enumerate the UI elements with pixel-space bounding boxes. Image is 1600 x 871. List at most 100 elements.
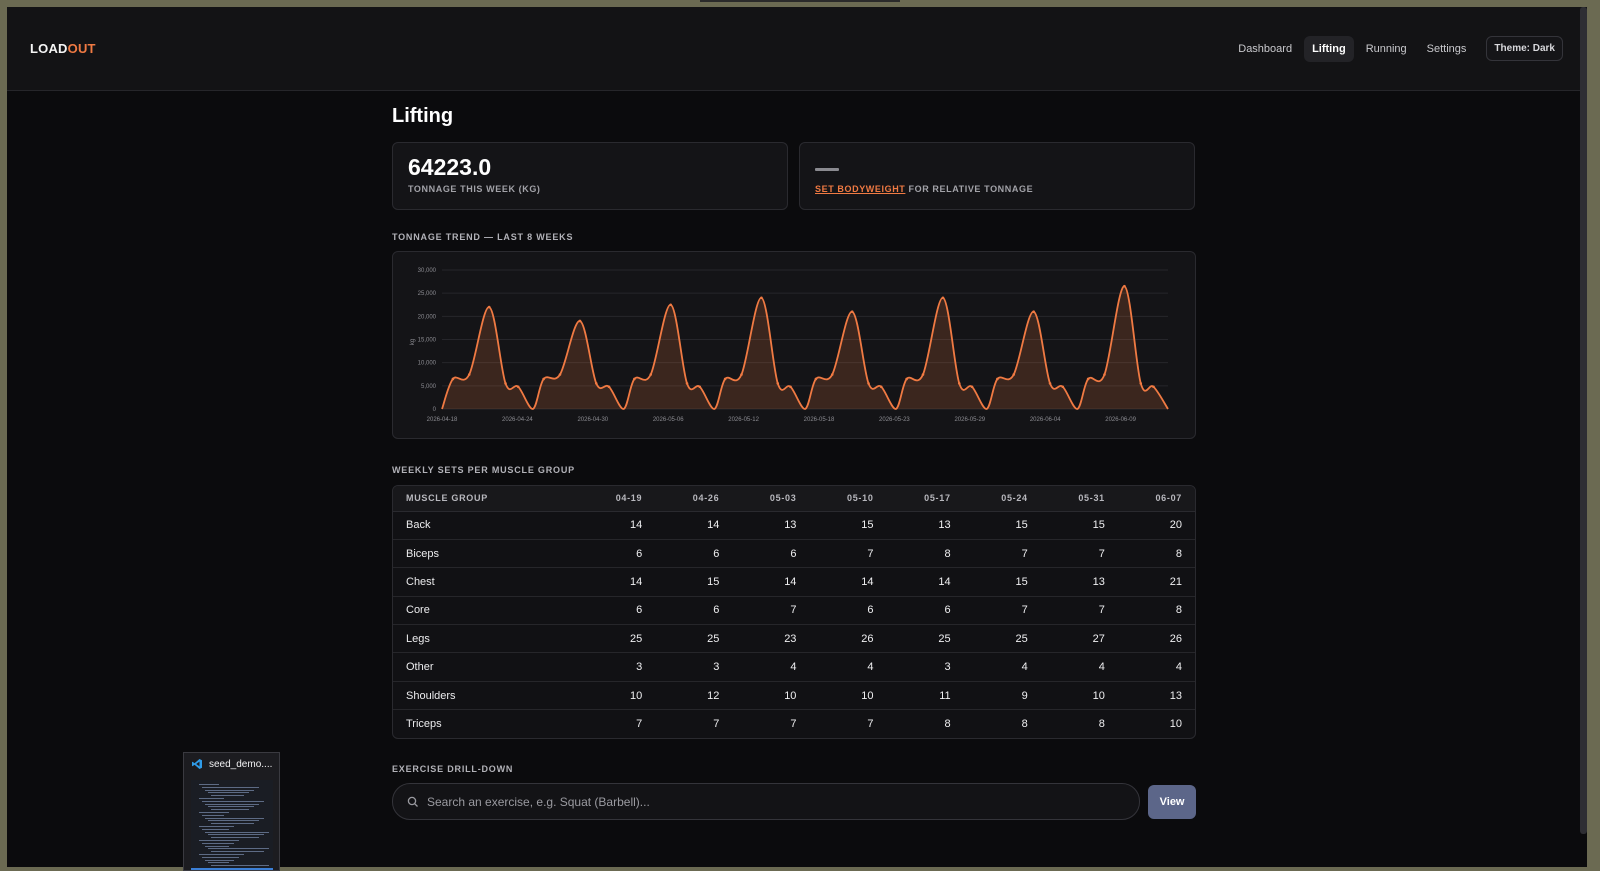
sets-cell: 7 [809, 539, 887, 569]
thumbnail-code-line [202, 800, 264, 802]
sets-cell: 25 [886, 624, 964, 654]
column-header-week: 05-10 [809, 486, 887, 512]
sets-cell: 14 [732, 567, 810, 597]
table-row: Core 6 6 7 6 6 7 7 8 [393, 596, 1195, 626]
theme-toggle-button[interactable]: Theme: Dark [1486, 36, 1563, 61]
scrollbar[interactable] [1580, 7, 1587, 834]
thumbnail-code-line [211, 823, 254, 825]
sets-cell: 14 [655, 511, 733, 540]
page-title: Lifting [392, 105, 454, 127]
thumbnail-code-line [205, 859, 234, 861]
muscle-group-name: Core [393, 596, 579, 626]
sets-cell: 6 [578, 539, 656, 569]
sets-cell: 7 [732, 596, 810, 626]
sets-cell: 7 [963, 539, 1041, 569]
data-point [830, 373, 834, 376]
data-point [1152, 385, 1155, 389]
data-point [594, 382, 598, 385]
bodyweight-empty-value [815, 168, 839, 171]
data-point [1012, 373, 1016, 376]
set-bodyweight-link[interactable]: SET BODYWEIGHT [815, 184, 905, 194]
sets-cell: 7 [713, 718, 720, 731]
thumbnail-code-line [211, 809, 249, 811]
data-point [941, 296, 945, 300]
thumbnail-code-line [211, 795, 244, 797]
logo-text-accent: OUT [67, 41, 96, 56]
tonnage-card: 64223.0 TONNAGE THIS WEEK (KG) [392, 142, 788, 210]
sets-cell: 8 [1117, 596, 1195, 626]
x-tick-label: 2026-05-12 [728, 417, 759, 423]
y-tick-label: 10,000 [418, 361, 437, 367]
nav-lifting[interactable]: Lifting [1304, 35, 1354, 62]
thumbnail-code-line [211, 837, 259, 839]
sets-cell: 14 [809, 567, 887, 597]
exercise-search-input[interactable] [427, 794, 1107, 809]
sets-cell: 13 [886, 511, 964, 540]
tonnage-value: 64223.0 [408, 154, 492, 180]
nav-running[interactable]: Running [1358, 36, 1415, 62]
x-tick-label: 2026-05-29 [954, 417, 985, 423]
data-point [578, 319, 582, 323]
data-point [760, 296, 763, 300]
exercise-search-box[interactable] [392, 783, 1141, 821]
nav-settings[interactable]: Settings [1419, 36, 1475, 62]
app-logo[interactable]: LOADOUT [30, 41, 96, 56]
data-point [1086, 377, 1090, 381]
data-point [996, 377, 999, 381]
sets-cell: 10 [732, 681, 810, 711]
data-point [542, 377, 545, 381]
sets-cell: 10 [809, 681, 887, 711]
x-tick-label: 2026-06-09 [1105, 417, 1136, 423]
drilldown-search-row: View [392, 783, 1196, 821]
sets-cell: 7 [963, 596, 1041, 626]
column-header-week: 05-31 [1040, 486, 1118, 512]
sets-cell: 4 [732, 652, 810, 682]
bodyweight-label: SET BODYWEIGHT FOR RELATIVE TONNAGE [815, 184, 1179, 194]
sets-cell: 6 [809, 596, 887, 626]
data-point [698, 385, 702, 389]
muscle-group-name: Other [393, 652, 579, 682]
column-header-week: 05-03 [732, 486, 810, 512]
sets-cell: 4 [963, 652, 1041, 682]
y-tick-label: 5,000 [421, 384, 437, 390]
preview-title: seed_demo.... [209, 758, 273, 770]
data-point [649, 373, 653, 376]
vscode-icon [192, 759, 202, 769]
trend-section-label: TONNAGE TREND — LAST 8 WEEKS [392, 232, 574, 242]
tonnage-trend-chart: 0 5,000 10,000 15,000 20,000 25,000 30,000 kg 20… [392, 251, 1196, 439]
view-button[interactable]: View [1148, 784, 1196, 819]
thumbnail-code-line [199, 840, 239, 841]
data-point [879, 385, 883, 389]
muscle-group-name: Legs [393, 624, 579, 654]
sets-cell: 15 [963, 567, 1041, 597]
thumbnail-code-line [202, 786, 259, 788]
x-tick-label: 2026-05-06 [653, 417, 684, 423]
thumbnail-code-line [205, 803, 259, 805]
series-area [442, 286, 1168, 409]
table-section-label: WEEKLY SETS PER MUSCLE GROUP [392, 465, 575, 475]
thumbnail-code-line [202, 856, 239, 858]
sets-cell: 25 [963, 624, 1041, 654]
taskbar-window-preview[interactable]: seed_demo.... [183, 752, 280, 871]
muscle-group-name: Back [393, 511, 579, 540]
nav-dashboard[interactable]: Dashboard [1230, 36, 1300, 62]
data-point [633, 377, 636, 381]
sets-cell: 10 [578, 681, 656, 711]
data-point [451, 377, 455, 381]
column-header-week: 05-17 [886, 486, 964, 512]
thumbnail-code-line [205, 817, 264, 819]
table-row: Legs 25 25 23 26 25 25 27 26 [393, 624, 1195, 654]
main-content: Lifting 64223.0 TONNAGE THIS WEEK (KG) S… [392, 105, 1196, 821]
table-row: Other 3 3 4 4 3 4 4 4 [393, 652, 1195, 682]
sets-cell: 8 [1021, 718, 1028, 731]
muscle-group-name: Chest [393, 567, 579, 597]
sets-cell: 26 [1117, 624, 1195, 654]
x-tick-label: 2026-06-04 [1030, 417, 1061, 423]
sets-cell: 23 [732, 624, 810, 654]
stats-row: 64223.0 TONNAGE THIS WEEK (KG) SET BODYW… [392, 142, 1196, 210]
x-tick-label: 2026-05-18 [804, 417, 835, 423]
column-header-muscle-group: MUSCLE GROUP [393, 486, 579, 512]
sets-cell: 10 [1040, 681, 1118, 711]
data-point [1103, 373, 1106, 376]
data-point [850, 310, 854, 313]
